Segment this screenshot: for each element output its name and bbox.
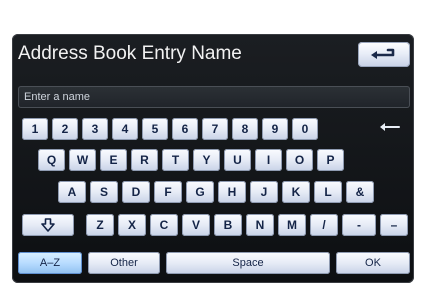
key-slash[interactable]: / bbox=[310, 214, 338, 236]
key-f[interactable]: F bbox=[154, 181, 182, 203]
key-1[interactable]: 1 bbox=[22, 118, 48, 140]
key-4[interactable]: 4 bbox=[112, 118, 138, 140]
page-title: Address Book Entry Name bbox=[18, 43, 242, 64]
shift-key[interactable] bbox=[22, 214, 74, 236]
key-w[interactable]: W bbox=[69, 149, 96, 171]
key-z[interactable]: Z bbox=[86, 214, 114, 236]
key-n[interactable]: N bbox=[246, 214, 274, 236]
key-y[interactable]: Y bbox=[193, 149, 220, 171]
key-r[interactable]: R bbox=[131, 149, 158, 171]
az-mode-button[interactable]: A–Z bbox=[18, 252, 82, 274]
key-8[interactable]: 8 bbox=[232, 118, 258, 140]
key-2[interactable]: 2 bbox=[52, 118, 78, 140]
screen: Address Book Entry Name 1 2 3 4 5 6 7 8 … bbox=[0, 0, 426, 289]
key-h[interactable]: H bbox=[218, 181, 246, 203]
name-input-field[interactable] bbox=[18, 86, 410, 108]
return-arrow-icon bbox=[371, 48, 395, 59]
key-c[interactable]: C bbox=[150, 214, 178, 236]
key-u[interactable]: U bbox=[224, 149, 251, 171]
space-button[interactable]: Space bbox=[166, 252, 330, 274]
left-arrow-icon bbox=[380, 123, 400, 131]
key-l[interactable]: L bbox=[314, 181, 342, 203]
key-3[interactable]: 3 bbox=[82, 118, 108, 140]
key-6[interactable]: 6 bbox=[172, 118, 198, 140]
key-x[interactable]: X bbox=[118, 214, 146, 236]
key-t[interactable]: T bbox=[162, 149, 189, 171]
key-hyphen[interactable]: - bbox=[342, 214, 376, 236]
key-d[interactable]: D bbox=[122, 181, 150, 203]
key-e[interactable]: E bbox=[100, 149, 127, 171]
key-dash[interactable]: – bbox=[380, 214, 408, 236]
key-o[interactable]: O bbox=[286, 149, 313, 171]
key-v[interactable]: V bbox=[182, 214, 210, 236]
key-ampersand[interactable]: & bbox=[346, 181, 374, 203]
key-5[interactable]: 5 bbox=[142, 118, 168, 140]
ok-button[interactable]: OK bbox=[336, 252, 410, 274]
other-mode-button[interactable]: Other bbox=[88, 252, 160, 274]
backspace-button[interactable] bbox=[374, 120, 404, 134]
key-p[interactable]: P bbox=[317, 149, 344, 171]
shift-arrow-icon bbox=[41, 218, 55, 232]
key-0[interactable]: 0 bbox=[292, 118, 318, 140]
back-button[interactable] bbox=[358, 42, 410, 67]
key-j[interactable]: J bbox=[250, 181, 278, 203]
key-m[interactable]: M bbox=[278, 214, 306, 236]
name-input[interactable] bbox=[24, 88, 402, 106]
key-7[interactable]: 7 bbox=[202, 118, 228, 140]
key-b[interactable]: B bbox=[214, 214, 242, 236]
key-a[interactable]: A bbox=[58, 181, 86, 203]
key-q[interactable]: Q bbox=[38, 149, 65, 171]
key-9[interactable]: 9 bbox=[262, 118, 288, 140]
key-s[interactable]: S bbox=[90, 181, 118, 203]
key-g[interactable]: G bbox=[186, 181, 214, 203]
key-k[interactable]: K bbox=[282, 181, 310, 203]
key-i[interactable]: I bbox=[255, 149, 282, 171]
